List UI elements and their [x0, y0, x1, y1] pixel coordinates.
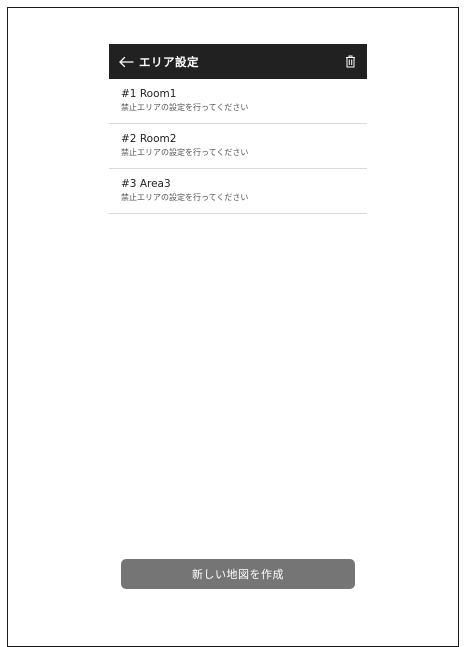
app-bar: エリア設定 [109, 44, 367, 79]
area-title: #3 Area3 [121, 178, 171, 190]
area-list-item[interactable]: #2 Room2 禁止エリアの設定を行ってください [109, 124, 367, 169]
trash-icon [345, 55, 355, 68]
back-button[interactable] [113, 44, 139, 79]
delete-button[interactable] [337, 44, 363, 79]
area-list: #1 Room1 禁止エリアの設定を行ってください #2 Room2 禁止エリア… [109, 79, 367, 214]
app-screen: エリア設定 #1 Room1 禁止エリアの設定を行ってください #2 Room2… [109, 44, 367, 628]
create-new-map-button[interactable]: 新しい地図を作成 [121, 559, 355, 589]
page-title: エリア設定 [139, 54, 199, 69]
arrow-left-icon [119, 56, 134, 67]
area-list-item[interactable]: #1 Room1 禁止エリアの設定を行ってください [109, 79, 367, 124]
area-subtitle: 禁止エリアの設定を行ってください [121, 103, 249, 112]
area-subtitle: 禁止エリアの設定を行ってください [121, 148, 249, 157]
area-list-item[interactable]: #3 Area3 禁止エリアの設定を行ってください [109, 169, 367, 214]
area-title: #1 Room1 [121, 88, 177, 100]
area-title: #2 Room2 [121, 133, 177, 145]
area-subtitle: 禁止エリアの設定を行ってください [121, 193, 249, 202]
